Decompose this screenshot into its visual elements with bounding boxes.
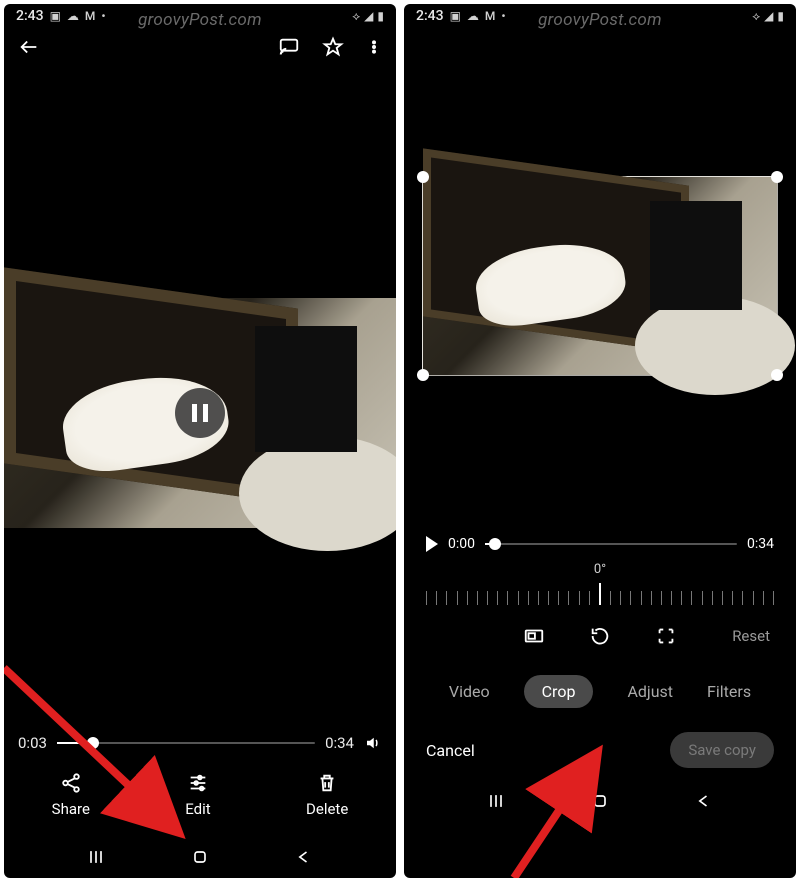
editor-footer: Cancel Save copy bbox=[404, 708, 796, 776]
wifi-icon: ⟡ bbox=[352, 9, 360, 24]
crop-handle[interactable] bbox=[417, 369, 429, 381]
share-label: Share bbox=[52, 800, 90, 818]
recents-icon[interactable] bbox=[486, 790, 506, 812]
more-icon[interactable] bbox=[366, 36, 382, 58]
crop-handle[interactable] bbox=[771, 369, 783, 381]
rotation-slider[interactable] bbox=[426, 583, 774, 605]
wifi-icon: ⟡ bbox=[752, 9, 760, 24]
delete-label: Delete bbox=[306, 800, 348, 818]
play-position: 0:00 bbox=[448, 536, 475, 552]
back-nav-icon[interactable] bbox=[694, 790, 714, 812]
video-preview[interactable] bbox=[4, 298, 396, 528]
edit-button[interactable]: Edit bbox=[185, 772, 210, 818]
phone-right: 2:43 ▣ ☁ M • ⟡ ◢ ▮ groovyPost.com 0:00 bbox=[404, 4, 796, 878]
status-time: 2:43 bbox=[416, 8, 444, 24]
dot-icon: • bbox=[101, 9, 105, 23]
watermark: groovyPost.com bbox=[138, 10, 262, 30]
cloud-icon: ☁ bbox=[467, 9, 479, 23]
home-icon[interactable] bbox=[190, 846, 210, 868]
signal-icon: ◢ bbox=[364, 9, 373, 23]
seek-track[interactable] bbox=[57, 742, 315, 744]
cloud-icon: ☁ bbox=[67, 9, 79, 23]
edit-label: Edit bbox=[185, 800, 210, 818]
play-icon[interactable] bbox=[426, 536, 438, 552]
phone-left: 2:43 ▣ ☁ M • ⟡ ◢ ▮ groovyPost.com bbox=[4, 4, 396, 878]
editor-tabs: Video Crop Adjust Filters bbox=[404, 675, 796, 708]
back-nav-icon[interactable] bbox=[294, 846, 314, 868]
reset-button[interactable]: Reset bbox=[732, 627, 770, 645]
top-toolbar bbox=[4, 26, 396, 68]
dot-icon: • bbox=[501, 9, 505, 23]
tab-filters[interactable]: Filters bbox=[707, 682, 751, 701]
cast-icon[interactable] bbox=[278, 36, 300, 58]
star-icon[interactable] bbox=[322, 36, 344, 58]
mail-icon: M bbox=[485, 9, 496, 23]
mail-icon: M bbox=[85, 9, 96, 23]
volume-icon[interactable] bbox=[364, 734, 382, 752]
tab-crop[interactable]: Crop bbox=[524, 675, 594, 708]
save-copy-button[interactable]: Save copy bbox=[670, 732, 774, 768]
share-button[interactable]: Share bbox=[52, 772, 90, 818]
crop-tools: Reset bbox=[404, 625, 796, 647]
tab-video[interactable]: Video bbox=[449, 682, 490, 701]
pause-button[interactable] bbox=[175, 388, 225, 438]
rotate-icon[interactable] bbox=[589, 625, 611, 647]
status-time: 2:43 bbox=[16, 8, 44, 24]
android-navbar bbox=[4, 832, 396, 878]
play-position: 0:03 bbox=[18, 734, 47, 752]
image-icon: ▣ bbox=[50, 9, 61, 23]
crop-handle[interactable] bbox=[771, 171, 783, 183]
tab-adjust[interactable]: Adjust bbox=[627, 682, 673, 701]
crop-frame[interactable] bbox=[422, 176, 778, 376]
battery-icon: ▮ bbox=[777, 9, 784, 23]
signal-icon: ◢ bbox=[764, 9, 773, 23]
transform-icon[interactable] bbox=[655, 625, 677, 647]
playback-bar: 0:00 0:34 bbox=[404, 536, 796, 552]
cancel-button[interactable]: Cancel bbox=[426, 741, 475, 760]
crop-handle[interactable] bbox=[417, 171, 429, 183]
delete-button[interactable]: Delete bbox=[306, 772, 348, 818]
battery-icon: ▮ bbox=[377, 9, 384, 23]
image-icon: ▣ bbox=[450, 9, 461, 23]
aspect-ratio-icon[interactable] bbox=[523, 625, 545, 647]
home-icon[interactable] bbox=[590, 790, 610, 812]
duration: 0:34 bbox=[325, 734, 354, 752]
rotation-readout: 0° bbox=[404, 562, 796, 577]
seek-track[interactable] bbox=[485, 543, 737, 545]
bottom-actions: Share Edit Delete bbox=[4, 752, 396, 832]
back-icon[interactable] bbox=[18, 36, 40, 58]
recents-icon[interactable] bbox=[86, 846, 106, 868]
playback-bar: 0:03 0:34 bbox=[4, 734, 396, 752]
duration: 0:34 bbox=[747, 536, 774, 552]
android-navbar bbox=[404, 776, 796, 822]
